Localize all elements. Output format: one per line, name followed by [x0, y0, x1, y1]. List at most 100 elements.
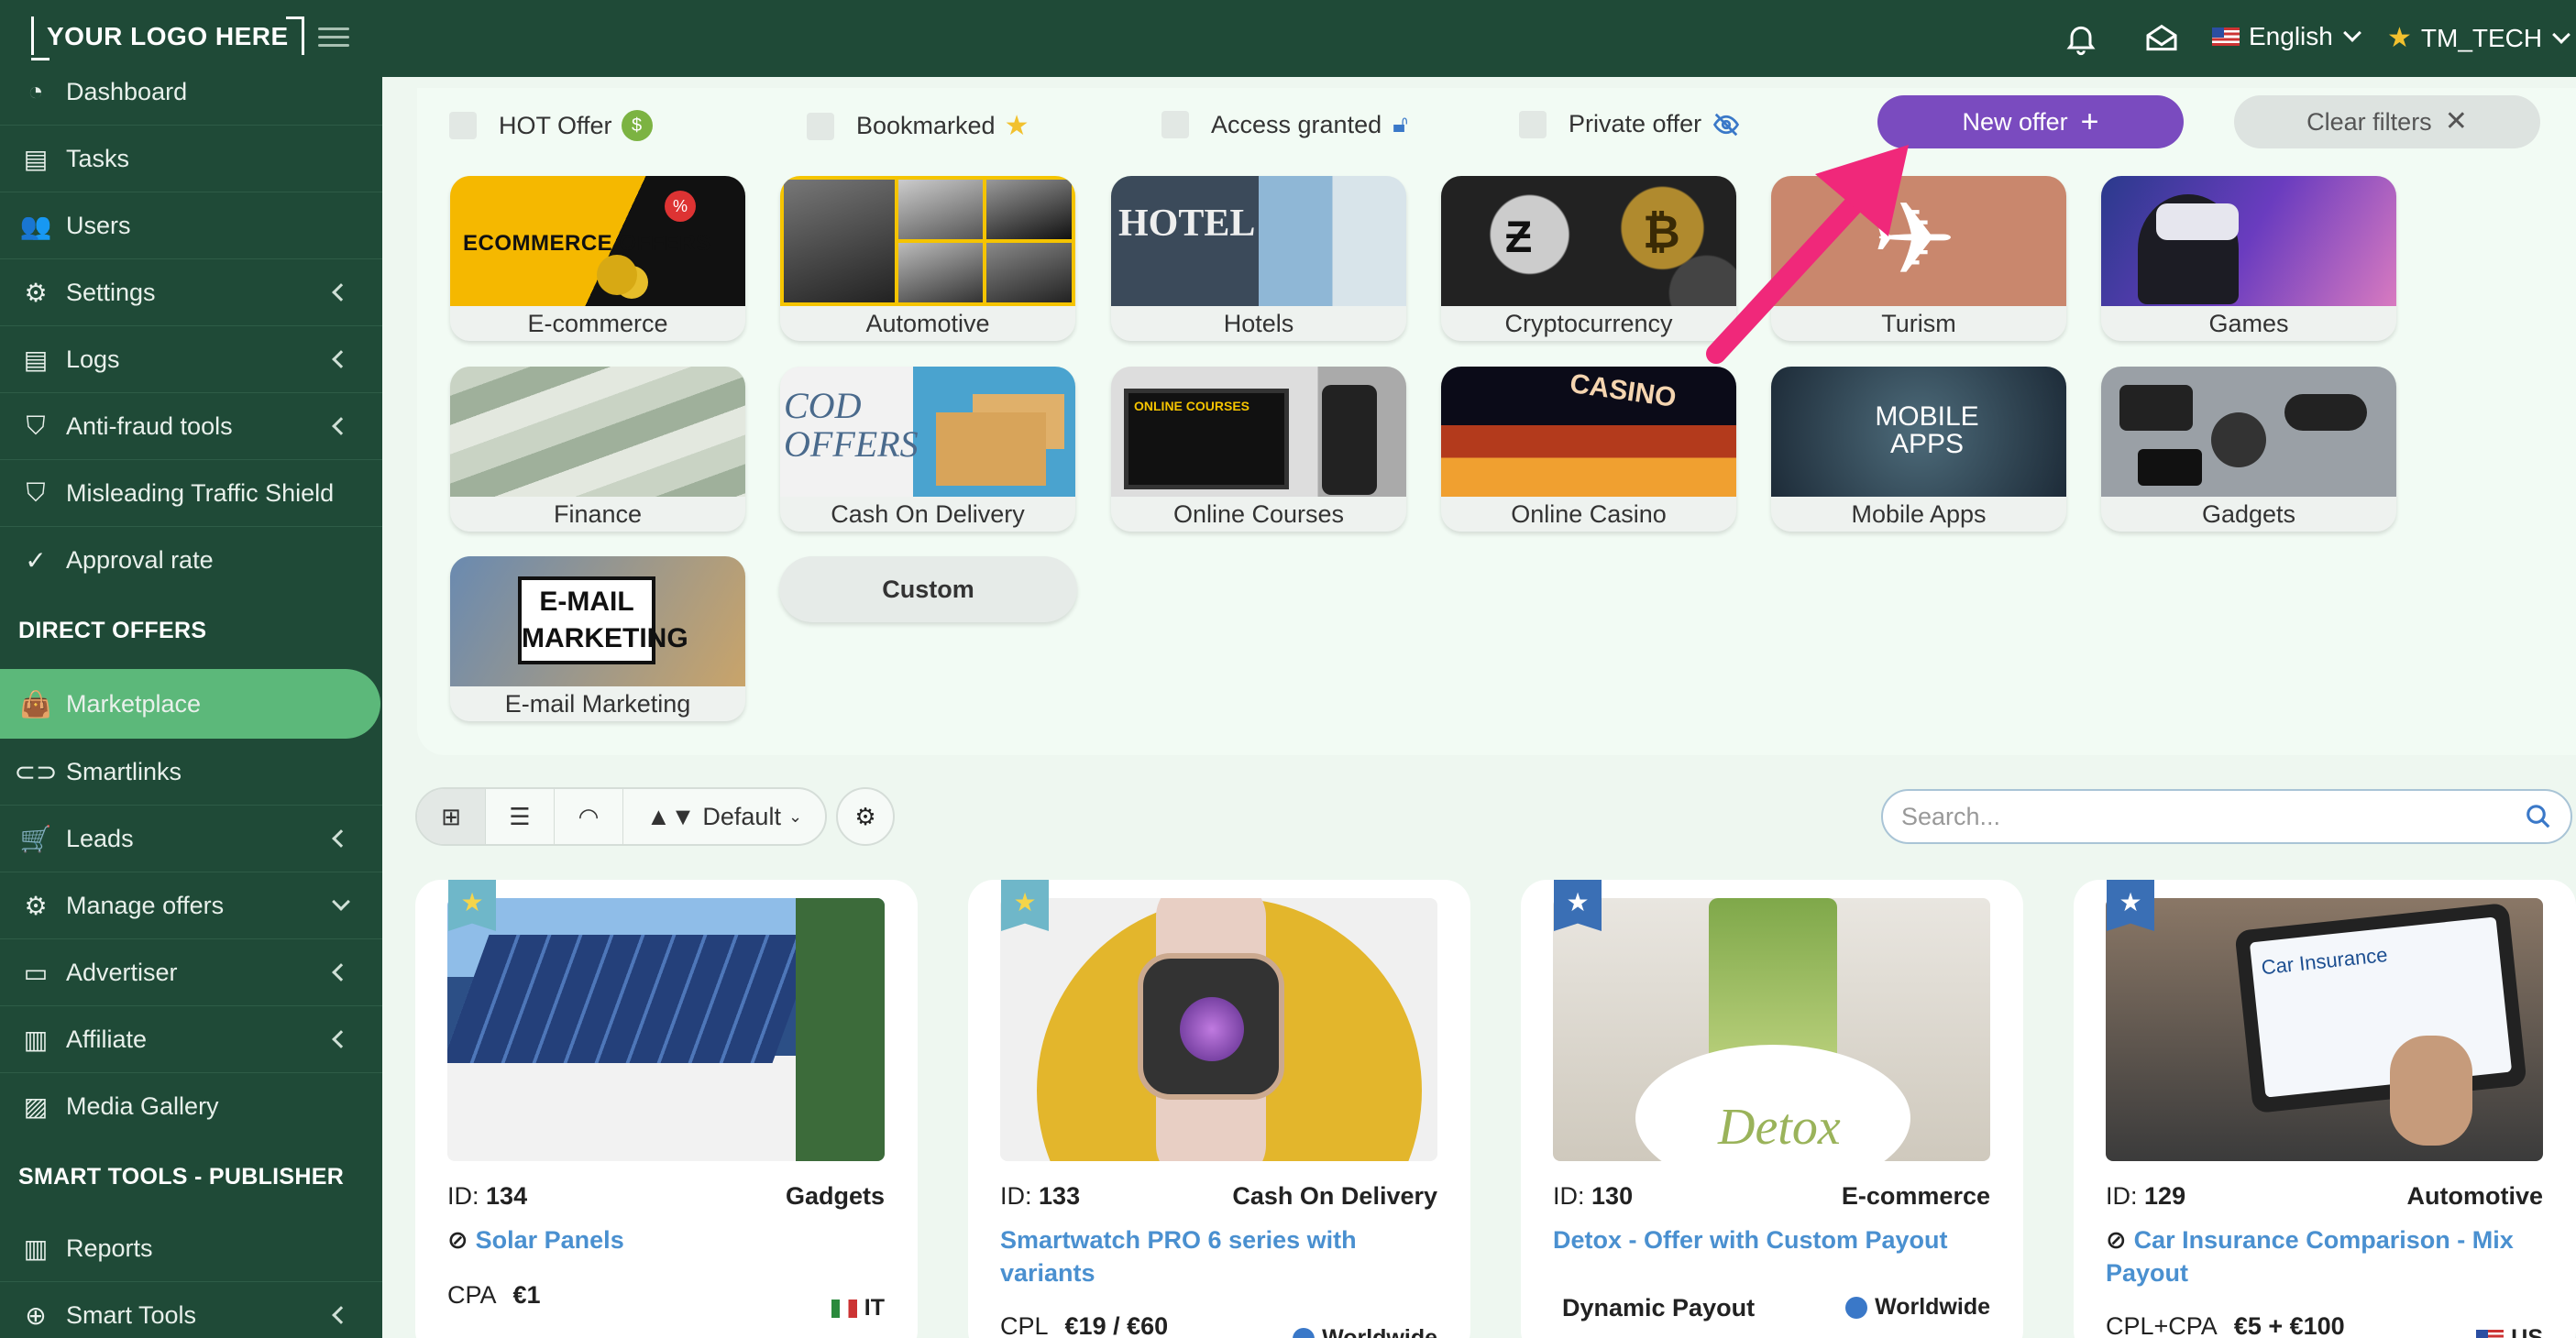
offer-card[interactable]: Detox ★ ID: 130 E-commerce Detox - Offer…	[1521, 880, 2023, 1338]
filter-hot-offer[interactable]: HOT Offer $	[449, 110, 653, 141]
ecommerce-image: ECOMMERCE OFFERS %	[450, 176, 745, 306]
rss-button[interactable]: ◠	[555, 789, 623, 844]
detox-image-text: Detox	[1718, 1099, 1841, 1156]
settings-filter-button[interactable]: ⚙	[836, 787, 895, 846]
bell-icon[interactable]	[2063, 20, 2099, 57]
offer-card[interactable]: ★ ID: 133 Cash On Delivery Smartwatch PR…	[968, 880, 1470, 1338]
bookmarked-label: Bookmarked	[856, 112, 996, 139]
bookmark-ribbon[interactable]: ★	[1554, 880, 1602, 931]
sidebar-item-label: Misleading Traffic Shield	[66, 478, 335, 507]
hot-offer-checkbox[interactable]	[449, 112, 477, 139]
sidebar-item-marketplace[interactable]: 👜 Marketplace	[0, 669, 380, 739]
sidebar-item-misleading-traffic[interactable]: ⛉ Misleading Traffic Shield	[0, 460, 382, 526]
filter-access-granted[interactable]: Access granted 🔓︎	[1161, 110, 1408, 139]
offer-title[interactable]: ⊘ Car Insurance Comparison - Mix Payout	[2106, 1223, 2546, 1289]
category-games[interactable]: Games	[2101, 176, 2396, 341]
grid-view-button[interactable]: ⊞	[417, 789, 486, 844]
bag-icon: 👜	[19, 689, 52, 718]
category-custom[interactable]: Custom	[779, 556, 1077, 622]
sidebar-item-reports[interactable]: ▥ Reports	[0, 1215, 382, 1281]
user-menu[interactable]: ★ TM_TECH	[2387, 22, 2571, 54]
clear-filters-button[interactable]: Clear filters ✕	[2234, 95, 2540, 148]
offer-card[interactable]: Car Insurance ★ ID: 129 Automotive ⊘ Car …	[2074, 880, 2576, 1338]
menu-toggle-icon[interactable]	[318, 22, 349, 49]
sidebar-item-leads[interactable]: 🛒 Leads	[0, 806, 382, 872]
category-automotive[interactable]: Automotive	[780, 176, 1075, 341]
offer-card[interactable]: ★ ID: 134 Gadgets ⊘ Solar Panels CPA €1 IT	[415, 880, 918, 1338]
sidebar-item-affiliate[interactable]: ▥ Affiliate	[0, 1006, 382, 1072]
offer-category: E-commerce	[1841, 1182, 1990, 1210]
search-input[interactable]	[1901, 802, 2525, 831]
category-finance[interactable]: Finance	[450, 367, 745, 532]
search-icon[interactable]	[2525, 803, 2552, 830]
category-hotels[interactable]: HOTEL Hotels	[1111, 176, 1406, 341]
category-ecommerce[interactable]: ECOMMERCE OFFERS % E-commerce	[450, 176, 745, 341]
email-marketing-image: E-MAIL MARKETING	[450, 556, 745, 686]
category-email-marketing[interactable]: E-MAIL MARKETING E-mail Marketing	[450, 556, 745, 721]
access-granted-checkbox[interactable]	[1161, 111, 1189, 138]
chevron-down-icon	[2552, 25, 2571, 44]
zcash-symbol-icon: Ƶ	[1505, 214, 1533, 262]
category-cryptocurrency[interactable]: ₿ Ƶ Cryptocurrency	[1441, 176, 1736, 341]
sidebar-item-advertiser[interactable]: ▭ Advertiser	[0, 939, 382, 1005]
sidebar-item-settings[interactable]: ⚙ Settings	[0, 259, 382, 325]
sidebar-item-approval-rate[interactable]: ✓ Approval rate	[0, 527, 382, 593]
automotive-image	[780, 176, 1075, 306]
cod-image: COD OFFERS	[780, 367, 1075, 497]
offer-geo: Worldwide	[1845, 1294, 1990, 1321]
chevron-down-icon	[2342, 24, 2361, 42]
private-offer-checkbox[interactable]	[1519, 110, 1547, 138]
sidebar-item-logs[interactable]: ▤ Logs	[0, 326, 382, 392]
sidebar-item-label: Reports	[66, 1234, 153, 1262]
offer-title[interactable]: Smartwatch PRO 6 series with variants	[1000, 1223, 1440, 1289]
category-online-courses[interactable]: ONLINE COURSES Online Courses	[1111, 367, 1406, 532]
mail-icon[interactable]	[2143, 20, 2180, 57]
chevron-left-icon	[332, 1030, 350, 1048]
new-offer-label: New offer	[1962, 107, 2068, 136]
bookmark-ribbon[interactable]: ★	[2107, 880, 2154, 931]
category-mobile-apps[interactable]: MOBILE APPS Mobile Apps	[1771, 367, 2066, 532]
filter-bookmarked[interactable]: Bookmarked ★	[807, 110, 1029, 142]
offer-title[interactable]: Detox - Offer with Custom Payout	[1553, 1223, 1993, 1256]
sidebar-item-users[interactable]: 👥 Users	[0, 192, 382, 258]
sidebar-item-manage-offers[interactable]: ⚙ Manage offers	[0, 872, 382, 938]
offer-title[interactable]: ⊘ Solar Panels	[447, 1223, 887, 1256]
bitcoin-symbol-icon: ₿	[1643, 206, 1680, 258]
sidebar-item-label: Dashboard	[66, 77, 188, 105]
bookmarked-checkbox[interactable]	[807, 112, 834, 140]
list-view-button[interactable]: ☰	[486, 789, 555, 844]
gold-coins-icon	[597, 255, 637, 295]
offer-price: CPL+CPA €5 + €100	[2106, 1312, 2345, 1338]
sidebar-item-tasks[interactable]: ▤ Tasks	[0, 126, 382, 192]
sidebar-item-label: Marketplace	[66, 689, 202, 718]
language-label: English	[2249, 22, 2333, 50]
sidebar-item-dashboard[interactable]: ◔ Dashboard	[0, 77, 382, 125]
sidebar-item-label: Leads	[66, 824, 134, 852]
mobile-apps-image: MOBILE APPS	[1771, 367, 2066, 497]
sort-dropdown[interactable]: ▲▼ Default ⌄	[623, 789, 825, 844]
logo[interactable]: YOUR LOGO HERE	[31, 16, 304, 60]
sidebar-item-anti-fraud[interactable]: ⛉ Anti-fraud tools	[0, 393, 382, 459]
cart-icon: 🛒	[19, 824, 52, 853]
star-icon: ★	[1013, 888, 1037, 916]
gadgets-image	[2101, 367, 2396, 497]
category-online-casino[interactable]: CASINO Online Casino	[1441, 367, 1736, 532]
view-mode-group: ⊞ ☰ ◠ ▲▼ Default ⌄	[415, 787, 827, 846]
language-selector[interactable]: English	[2212, 22, 2361, 51]
category-cod[interactable]: COD OFFERS Cash On Delivery	[780, 367, 1075, 532]
sidebar-item-label: Tasks	[66, 144, 130, 172]
chevron-left-icon	[332, 829, 350, 848]
bookmark-ribbon[interactable]: ★	[448, 880, 496, 931]
bookmark-ribbon[interactable]: ★	[1001, 880, 1049, 931]
filter-panel: HOT Offer $ Bookmarked ★ Access granted …	[417, 88, 2576, 755]
sidebar-item-media-gallery[interactable]: ▨ Media Gallery	[0, 1073, 382, 1139]
category-gadgets[interactable]: Gadgets	[2101, 367, 2396, 532]
globe-icon	[1845, 1296, 1868, 1319]
chevron-down-icon	[332, 893, 350, 911]
sidebar-item-smart-tools[interactable]: ⊕ Smart Tools	[0, 1282, 382, 1338]
category-label: Online Casino	[1441, 497, 1736, 532]
filter-private-offer[interactable]: Private offer	[1519, 110, 1742, 138]
offer-id: ID: 130	[1553, 1182, 1634, 1210]
offer-id: ID: 133	[1000, 1182, 1081, 1210]
sidebar-item-smartlinks[interactable]: ⊂⊃ Smartlinks	[0, 739, 382, 805]
